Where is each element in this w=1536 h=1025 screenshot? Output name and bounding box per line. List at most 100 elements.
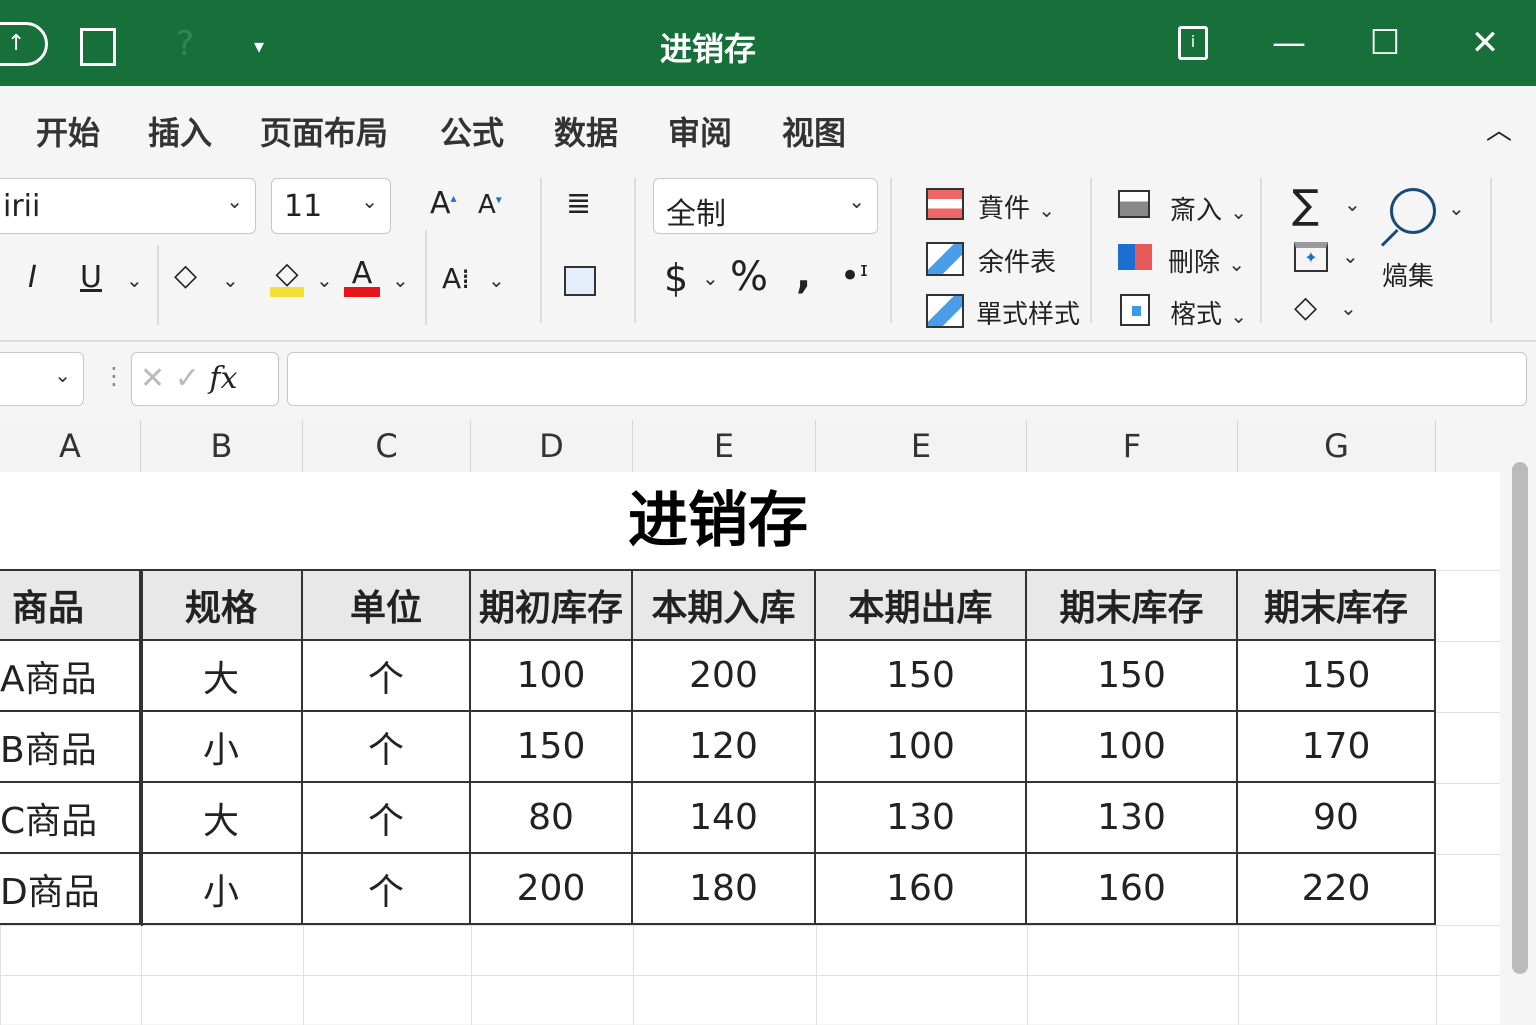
increase-font-icon[interactable]: A▴ (430, 186, 457, 221)
chevron-down-icon[interactable]: ⌄ (316, 268, 333, 292)
header-cell[interactable]: 期初库存 (471, 570, 633, 641)
tab-data[interactable]: 数据 (554, 108, 618, 154)
clear-icon[interactable]: ◇ (1294, 290, 1317, 325)
table-cell[interactable]: A商品 (0, 641, 141, 712)
underline-icon[interactable]: U (80, 260, 102, 295)
table-cell[interactable]: 120 (633, 712, 816, 783)
table-cell[interactable]: 100 (1027, 712, 1238, 783)
cell-styles-button[interactable]: 單式样式 (976, 294, 1080, 331)
find-icon[interactable] (1390, 188, 1436, 234)
enter-icon[interactable]: ✓ (175, 361, 200, 396)
column-header[interactable]: G (1238, 420, 1436, 472)
column-header[interactable]: B (141, 420, 303, 472)
table-cell[interactable]: 100 (471, 641, 633, 712)
delete-cells-button[interactable]: 刪除 ⌄ (1168, 242, 1245, 279)
tab-view[interactable]: 视图 (782, 108, 846, 154)
column-header[interactable]: A (0, 420, 141, 472)
table-cell[interactable]: 个 (303, 712, 471, 783)
table-cell[interactable]: 180 (633, 854, 816, 925)
font-name-select[interactable]: irii ⌄ (0, 178, 256, 234)
header-cell[interactable]: 期末库存 (1027, 570, 1238, 641)
fill-icon[interactable]: ✦ (1294, 242, 1328, 272)
table-cell[interactable]: 200 (471, 854, 633, 925)
wrap-merge-icon[interactable] (564, 266, 596, 296)
header-cell[interactable]: 规格 (141, 570, 303, 641)
chevron-down-icon[interactable]: ⌄ (1340, 296, 1357, 320)
table-cell[interactable]: 130 (1027, 783, 1238, 854)
table-cell[interactable]: C商品 (0, 783, 141, 854)
table-cell[interactable]: 150 (1238, 641, 1436, 712)
table-cell[interactable]: 100 (816, 712, 1027, 783)
table-cell[interactable]: 个 (303, 641, 471, 712)
table-cell[interactable]: 160 (1027, 854, 1238, 925)
comma-icon[interactable]: , (796, 252, 811, 298)
align-icon[interactable]: ≣ (566, 186, 591, 221)
chevron-down-icon[interactable]: ⌄ (126, 268, 143, 292)
table-cell[interactable]: 170 (1238, 712, 1436, 783)
number-format-select[interactable]: 全制 ⌄ (653, 178, 878, 234)
format-table-button[interactable]: 余件表 (978, 242, 1056, 279)
chevron-down-icon[interactable]: ⌄ (1342, 244, 1359, 268)
header-cell[interactable]: 本期出库 (816, 570, 1027, 641)
table-cell[interactable]: 大 (141, 783, 303, 854)
tab-formulas[interactable]: 公式 (440, 108, 504, 154)
chevron-down-icon[interactable]: ⌄ (702, 266, 719, 290)
font-size-select[interactable]: 11 ⌄ (271, 178, 391, 234)
find-select-button[interactable]: 熇集 (1382, 256, 1434, 293)
column-header[interactable]: F (1027, 420, 1238, 472)
close-icon[interactable]: ✕ (1460, 18, 1510, 68)
decimal-icon[interactable]: •ᶦ (840, 256, 869, 296)
column-header[interactable]: D (471, 420, 633, 472)
formula-input[interactable] (287, 352, 1527, 406)
table-cell[interactable]: 个 (303, 854, 471, 925)
insert-function-button[interactable]: fx (209, 361, 237, 396)
maximize-icon[interactable]: ☐ (1360, 18, 1410, 68)
font-color-icon[interactable]: A (344, 256, 380, 297)
format-cells-button[interactable]: 楁式 ⌄ (1170, 294, 1247, 331)
table-cell[interactable]: 150 (816, 641, 1027, 712)
table-cell[interactable]: 80 (471, 783, 633, 854)
insert-cells-button[interactable]: 斎入 ⌄ (1170, 190, 1247, 227)
ribbon-display-icon[interactable]: i (1168, 18, 1218, 68)
column-header[interactable]: E (633, 420, 816, 472)
table-cell[interactable]: D商品 (0, 854, 141, 925)
cancel-icon[interactable]: ✕ (140, 361, 165, 396)
chevron-down-icon[interactable]: ⌄ (1448, 196, 1465, 220)
italic-icon[interactable]: I (28, 260, 37, 295)
column-header[interactable]: E (816, 420, 1027, 472)
currency-icon[interactable]: $ (664, 256, 688, 300)
header-cell[interactable]: 商品 (0, 570, 141, 641)
decrease-font-icon[interactable]: A▾ (478, 190, 502, 220)
fill-color-icon[interactable]: ◇ (270, 256, 304, 297)
column-header[interactable]: C (303, 420, 471, 472)
table-cell[interactable]: 150 (471, 712, 633, 783)
text-direction-icon[interactable]: A⁞ (442, 262, 470, 295)
chevron-down-icon[interactable]: ⌄ (1344, 192, 1361, 216)
header-cell[interactable]: 期末库存 (1238, 570, 1436, 641)
collapse-ribbon-icon[interactable]: ︿ (1486, 110, 1512, 147)
header-cell[interactable]: 单位 (303, 570, 471, 641)
chevron-down-icon[interactable]: ⌄ (488, 268, 505, 292)
chevron-down-icon[interactable]: ⌄ (222, 268, 239, 292)
table-cell[interactable]: 160 (816, 854, 1027, 925)
table-cell[interactable]: 140 (633, 783, 816, 854)
header-cell[interactable]: 本期入库 (633, 570, 816, 641)
tab-home[interactable]: 开始 (36, 108, 100, 154)
chevron-down-icon[interactable]: ⌄ (392, 268, 409, 292)
table-cell[interactable]: 大 (141, 641, 303, 712)
vertical-scrollbar[interactable] (1512, 462, 1528, 974)
conditional-format-button[interactable]: 賁件 ⌄ (978, 188, 1055, 225)
table-cell[interactable]: 130 (816, 783, 1027, 854)
borders-icon[interactable]: ◇ (174, 258, 197, 293)
drag-handle-icon[interactable]: ⋮ (102, 362, 126, 390)
table-cell[interactable]: 小 (141, 712, 303, 783)
table-cell[interactable]: 小 (141, 854, 303, 925)
table-cell[interactable]: 90 (1238, 783, 1436, 854)
percent-icon[interactable]: % (730, 254, 768, 300)
autosum-icon[interactable]: ∑ (1292, 182, 1319, 228)
minimize-icon[interactable]: — (1264, 18, 1314, 68)
table-cell[interactable]: 150 (1027, 641, 1238, 712)
tab-insert[interactable]: 插入 (148, 108, 212, 154)
name-box[interactable]: ⌄ (0, 352, 84, 406)
tab-review[interactable]: 审阅 (668, 108, 732, 154)
